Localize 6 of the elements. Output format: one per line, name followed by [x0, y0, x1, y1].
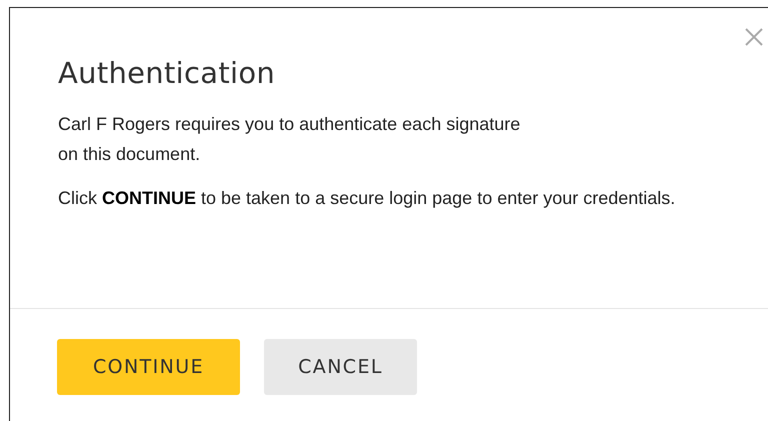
dialog-title: Authentication: [58, 56, 276, 90]
cancel-button[interactable]: CANCEL: [264, 339, 417, 395]
close-icon[interactable]: [745, 28, 763, 46]
continue-button[interactable]: CONTINUE: [57, 339, 240, 395]
dialog-message: Click CONTINUE to be taken to a secure login page to enter your credentials.: [58, 187, 676, 210]
dialog-message: Carl F Rogers requires you to authenticate each signature on this document.: [58, 113, 522, 166]
